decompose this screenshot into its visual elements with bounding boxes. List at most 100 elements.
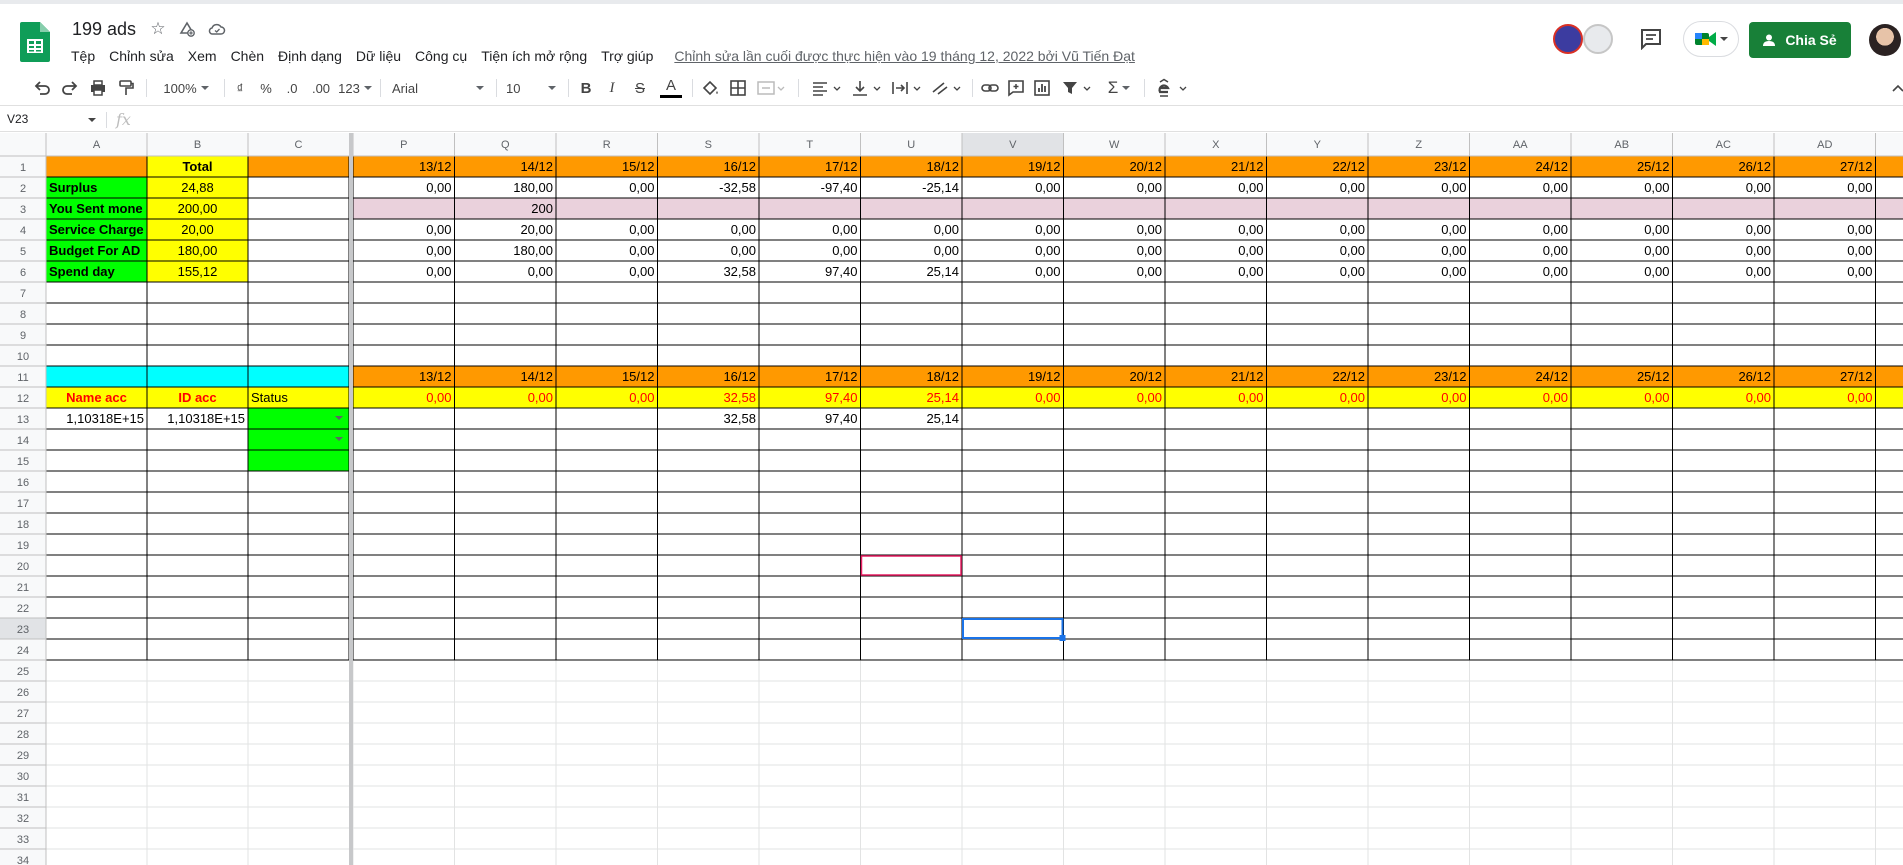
cell-fill[interactable] xyxy=(248,156,349,177)
column-header-z: Z xyxy=(1415,139,1422,151)
cell-text: 0,00 xyxy=(1035,264,1060,279)
cell-fill[interactable] xyxy=(46,366,147,387)
cell-text: 0,00 xyxy=(1543,222,1568,237)
row-fill[interactable] xyxy=(353,156,1903,177)
insert-chart-icon[interactable] xyxy=(1032,76,1052,100)
row-fill[interactable] xyxy=(353,387,1903,408)
font-family-select[interactable]: Arial xyxy=(392,76,488,100)
cell-text: 0,00 xyxy=(731,243,756,258)
cell-text: 15/12 xyxy=(622,159,655,174)
last-edit-link[interactable]: Chỉnh sửa lần cuối được thực hiện vào 19… xyxy=(674,48,1135,64)
text-rotation-icon[interactable] xyxy=(930,76,964,100)
selected-cell[interactable] xyxy=(962,618,1064,639)
cell-text: 0,00 xyxy=(1137,243,1162,258)
text-wrapping-icon[interactable] xyxy=(890,76,924,100)
fill-handle[interactable] xyxy=(1059,635,1066,641)
move-to-drive-icon[interactable] xyxy=(178,20,196,38)
functions-select[interactable]: Σ xyxy=(1102,76,1136,100)
formula-bar: V23 fx xyxy=(0,108,1903,132)
cell-text: 0,00 xyxy=(1441,390,1466,405)
user-avatar[interactable] xyxy=(1869,24,1901,56)
row-fill[interactable] xyxy=(353,198,1903,219)
highlighted-cell[interactable] xyxy=(860,555,962,576)
cell-text: Surplus xyxy=(49,180,97,195)
merge-cells-icon[interactable] xyxy=(756,76,786,100)
cell-text: -25,14 xyxy=(922,180,959,195)
decrease-decimal-button[interactable]: .0 xyxy=(282,76,302,100)
input-tools-icon[interactable] xyxy=(1152,76,1192,100)
print-icon[interactable] xyxy=(88,76,108,100)
font-size-select[interactable]: 10 xyxy=(506,76,560,100)
sheets-logo-icon[interactable] xyxy=(20,22,50,62)
menu-view[interactable]: Xem xyxy=(181,46,224,66)
cell-fill[interactable] xyxy=(248,450,349,471)
menu-data[interactable]: Dữ liệu xyxy=(349,46,408,66)
borders-icon[interactable] xyxy=(728,76,748,100)
sheet-canvas[interactable]: A B C P Q R S T U V W X Y Z AA AB AC AD123456789101112131… xyxy=(0,133,1903,865)
redo-icon[interactable] xyxy=(60,76,80,100)
paint-format-icon[interactable] xyxy=(116,76,136,100)
italic-button[interactable]: I xyxy=(604,76,620,100)
more-formats-select[interactable]: 123 xyxy=(338,76,372,100)
collapse-toolbar-icon[interactable] xyxy=(1890,76,1903,100)
cell-text: 20/12 xyxy=(1129,159,1162,174)
cell-text: 0,00 xyxy=(1746,264,1771,279)
cell-text: 0,00 xyxy=(426,264,451,279)
row-header-27: 27 xyxy=(17,708,29,720)
menu-file[interactable]: Tệp xyxy=(64,46,102,66)
insert-link-icon[interactable] xyxy=(980,76,1000,100)
cell-text: 18/12 xyxy=(926,369,959,384)
name-box[interactable]: V23 xyxy=(7,112,28,126)
cell-text: 18/12 xyxy=(926,159,959,174)
collaborator-avatar[interactable] xyxy=(1553,24,1583,54)
menu-help[interactable]: Trợ giúp xyxy=(594,46,660,66)
spreadsheet-grid[interactable]: A B C P Q R S T U V W X Y Z AA AB AC AD 1 2 3 4 5 6 7 8 9 10 11 12 13 1… xyxy=(0,133,1903,865)
cell-fill[interactable] xyxy=(147,366,248,387)
fill-color-icon[interactable] xyxy=(700,76,720,100)
row-header-30: 30 xyxy=(17,771,29,783)
meet-button[interactable] xyxy=(1683,21,1739,57)
increase-decimal-button[interactable]: .00 xyxy=(309,76,333,100)
cell-fill[interactable] xyxy=(248,366,349,387)
undo-icon[interactable] xyxy=(32,76,52,100)
cell-text: 0,00 xyxy=(629,222,654,237)
cell-fill[interactable] xyxy=(248,429,349,450)
zoom-select[interactable]: 100% xyxy=(156,76,216,100)
cell-text: 0,00 xyxy=(1340,180,1365,195)
strikethrough-button[interactable]: S xyxy=(632,76,648,100)
share-button[interactable]: Chia Sẻ xyxy=(1749,22,1851,58)
menu-format[interactable]: Định dạng xyxy=(271,46,349,66)
star-icon[interactable]: ☆ xyxy=(149,20,167,38)
cell-text: 26/12 xyxy=(1738,369,1771,384)
cell-text: 0,00 xyxy=(1644,243,1669,258)
menu-tools[interactable]: Công cụ xyxy=(408,46,474,66)
row-header-21: 21 xyxy=(17,582,29,594)
currency-format-button[interactable]: ₫ xyxy=(232,76,248,100)
filter-icon[interactable] xyxy=(1060,76,1094,100)
text-color-button[interactable]: A xyxy=(660,76,682,98)
row-fill[interactable] xyxy=(353,366,1903,387)
row-header-2: 2 xyxy=(20,183,26,195)
cell-fill[interactable] xyxy=(46,156,147,177)
document-title[interactable]: 199 ads xyxy=(72,19,136,40)
percent-format-button[interactable]: % xyxy=(258,76,274,100)
menu-edit[interactable]: Chỉnh sửa xyxy=(102,46,181,66)
menu-extensions[interactable]: Tiện ích mở rộng xyxy=(474,46,594,66)
collaborator-avatar[interactable] xyxy=(1583,24,1613,54)
horizontal-align-icon[interactable] xyxy=(810,76,844,100)
menu-insert[interactable]: Chèn xyxy=(224,46,271,66)
cell-text: 0,00 xyxy=(1137,390,1162,405)
bold-button[interactable]: B xyxy=(578,76,594,100)
column-header-ad: AD xyxy=(1817,139,1832,151)
column-header-p: P xyxy=(400,139,407,151)
insert-comment-icon[interactable] xyxy=(1006,76,1026,100)
comments-icon[interactable] xyxy=(1639,28,1663,50)
cell-fill[interactable] xyxy=(248,408,349,429)
vertical-align-icon[interactable] xyxy=(850,76,884,100)
frozen-column-divider[interactable] xyxy=(349,133,353,865)
cell-text: 19/12 xyxy=(1028,369,1061,384)
cell-text: 24/12 xyxy=(1535,369,1568,384)
cloud-saved-icon[interactable] xyxy=(208,20,226,38)
chevron-down-icon[interactable] xyxy=(88,118,96,122)
column-header-u: U xyxy=(907,139,915,151)
